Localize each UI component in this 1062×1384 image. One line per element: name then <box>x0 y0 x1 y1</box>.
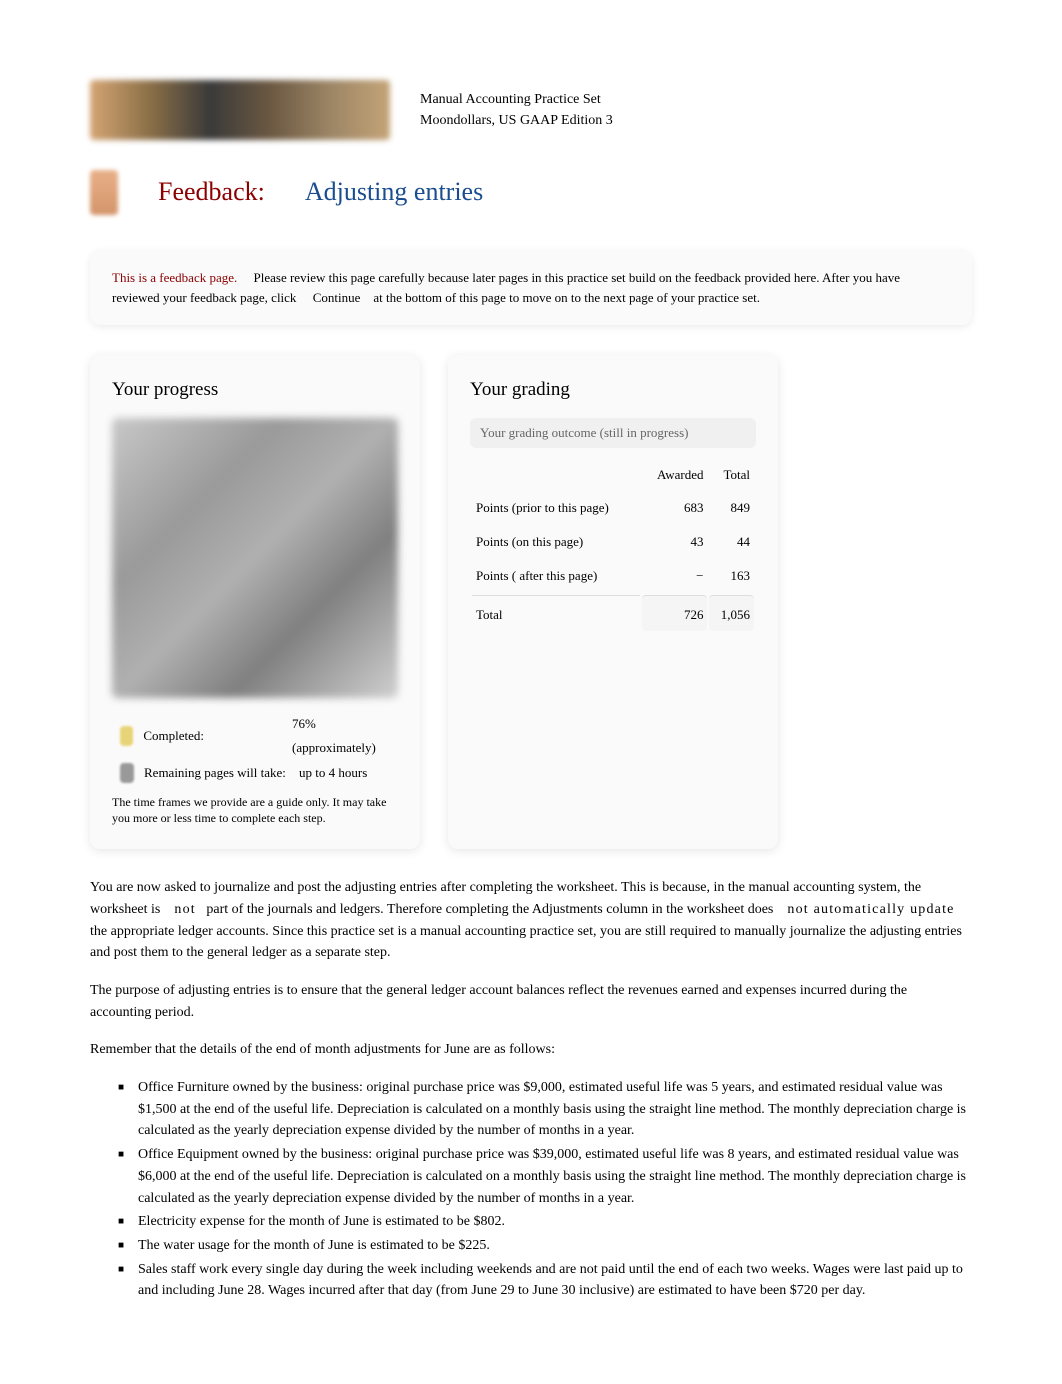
list-item: The water usage for the month of June is… <box>118 1235 972 1257</box>
grading-panel: Your grading Your grading outcome (still… <box>448 355 778 849</box>
progress-image <box>112 418 398 698</box>
progress-stats: Completed: 76% (approximately) Remaining… <box>112 712 398 786</box>
continue-label: Continue <box>313 290 361 305</box>
remaining-row: Remaining pages will take: up to 4 hours <box>112 761 398 786</box>
paragraph-2: The purpose of adjusting entries is to e… <box>90 980 972 1023</box>
list-item: Office Furniture owned by the business: … <box>118 1077 972 1142</box>
completed-dot-icon <box>120 726 133 746</box>
header-text: Manual Accounting Practice Set Moondolla… <box>420 89 613 131</box>
logo-image <box>90 80 390 140</box>
paragraph-3: Remember that the details of the end of … <box>90 1039 972 1061</box>
table-row: Points (prior to this page) 683 849 <box>472 492 754 524</box>
title-icon <box>90 170 118 215</box>
practice-set-title: Manual Accounting Practice Set <box>420 89 613 110</box>
table-row: Points ( after this page) − 163 <box>472 560 754 592</box>
grading-subtitle: Your grading outcome (still in progress) <box>470 418 756 448</box>
title-row: Feedback: Adjusting entries <box>90 165 972 220</box>
practice-set-edition: Moondollars, US GAAP Edition 3 <box>420 110 613 131</box>
page-title-subtitle: Adjusting entries <box>305 174 483 210</box>
total-total: 1,056 <box>709 595 754 631</box>
col-awarded: Awarded <box>642 460 707 490</box>
feedback-notice: This is a feedback page. Please review t… <box>90 250 972 325</box>
paragraph-1: You are now asked to journalize and post… <box>90 877 972 964</box>
row-awarded: 683 <box>642 492 707 524</box>
list-item: Office Equipment owned by the business: … <box>118 1144 972 1209</box>
row-label: Points ( after this page) <box>472 560 640 592</box>
progress-note: The time frames we provide are a guide o… <box>112 794 398 828</box>
notice-intro: This is a feedback page. <box>112 270 237 285</box>
row-awarded: − <box>642 560 707 592</box>
panels-row: Your progress Completed: 76% (approximat… <box>90 355 972 849</box>
page-header: Manual Accounting Practice Set Moondolla… <box>90 80 972 140</box>
completed-label: Completed: <box>143 724 282 749</box>
grading-table: Awarded Total Points (prior to this page… <box>470 458 756 633</box>
total-awarded: 726 <box>642 595 707 631</box>
row-label: Points (prior to this page) <box>472 492 640 524</box>
row-total: 44 <box>709 526 754 558</box>
list-item: Electricity expense for the month of Jun… <box>118 1211 972 1233</box>
table-total-row: Total 726 1,056 <box>472 595 754 631</box>
total-label: Total <box>472 595 640 631</box>
row-total: 163 <box>709 560 754 592</box>
remaining-dot-icon <box>120 763 134 783</box>
adjustments-list: Office Furniture owned by the business: … <box>90 1077 972 1302</box>
remaining-value: up to 4 hours <box>299 761 367 786</box>
page-title-feedback: Feedback: <box>158 174 265 210</box>
progress-panel: Your progress Completed: 76% (approximat… <box>90 355 420 849</box>
progress-heading: Your progress <box>112 377 398 404</box>
row-total: 849 <box>709 492 754 524</box>
col-total: Total <box>709 460 754 490</box>
table-row: Points (on this page) 43 44 <box>472 526 754 558</box>
remaining-label: Remaining pages will take: <box>144 761 289 786</box>
completed-value: 76% (approximately) <box>292 712 398 761</box>
list-item: Sales staff work every single day during… <box>118 1259 972 1302</box>
notice-text-2: at the bottom of this page to move on to… <box>373 290 760 305</box>
grading-heading: Your grading <box>470 377 756 404</box>
row-label: Points (on this page) <box>472 526 640 558</box>
row-awarded: 43 <box>642 526 707 558</box>
completed-row: Completed: 76% (approximately) <box>112 712 398 761</box>
